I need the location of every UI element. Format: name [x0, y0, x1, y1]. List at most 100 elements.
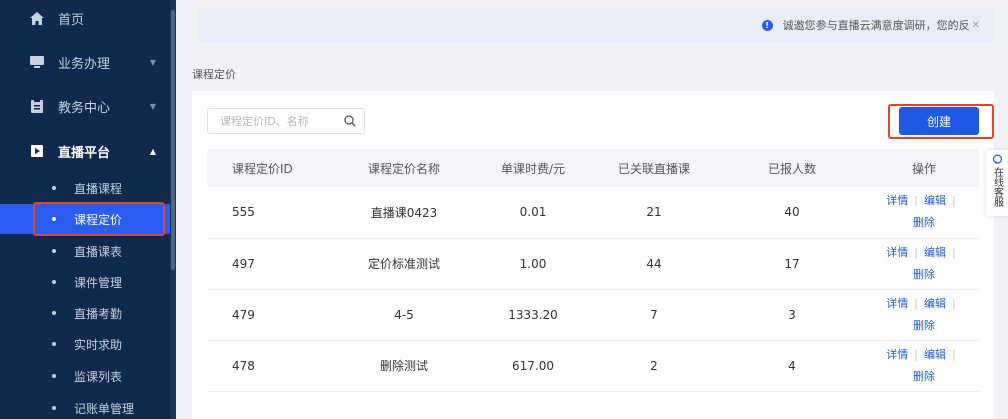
detail-link[interactable]: 详情: [886, 348, 908, 361]
cell-ops: 详情 | 编辑 | 删除: [869, 238, 979, 290]
sub-item-live-courses[interactable]: 直播课程: [0, 175, 170, 201]
menu-label: 首页: [58, 12, 85, 28]
sub-item-label: 直播课程: [74, 181, 123, 196]
chevron-down-icon: ▼: [149, 57, 156, 67]
table-row: 479 4-5 1333.20 7 3 详情 | 编辑 | 删除: [207, 289, 979, 341]
cell-fee: 617.00: [473, 340, 593, 392]
sidebar: 首页 业务办理 ▼ 教务中心 ▼ 直播平台 ▲ 直播课程 课程定价 直播课表 课…: [0, 0, 176, 419]
cell-linked: 21: [593, 187, 715, 239]
close-icon[interactable]: ✕: [972, 20, 980, 31]
sub-item-label: 实时求助: [74, 337, 123, 352]
separator: |: [952, 245, 956, 259]
column-header: 单课时费/元: [473, 149, 593, 187]
column-header: 已关联直播课: [593, 149, 715, 187]
detail-link[interactable]: 详情: [886, 194, 908, 207]
sub-item-label: 监课列表: [74, 369, 123, 384]
edit-link[interactable]: 编辑: [924, 348, 946, 361]
delete-link[interactable]: 删除: [913, 370, 935, 383]
column-header: 操作: [869, 149, 979, 187]
edit-link[interactable]: 编辑: [924, 297, 946, 310]
scrollbar-thumb[interactable]: [171, 10, 175, 270]
separator: |: [914, 347, 918, 361]
table-row: 478 删除测试 617.00 2 4 详情 | 编辑 | 删除: [207, 340, 979, 392]
bullet-icon: [52, 406, 56, 410]
edit-link[interactable]: 编辑: [924, 246, 946, 259]
separator: |: [952, 296, 956, 310]
cell-name: 4-5: [335, 289, 473, 341]
notice-bar: ! 诚邀您参与直播云满意度调研，您的反 ✕: [198, 8, 994, 42]
cell-ops: 详情 | 编辑 | 删除: [869, 289, 979, 341]
bullet-icon: [52, 342, 56, 346]
cell-enrolled: 4: [715, 340, 869, 392]
play-icon: [30, 144, 44, 158]
menu-item-academic[interactable]: 教务中心 ▼: [0, 91, 170, 121]
menu-item-business[interactable]: 业务办理 ▼: [0, 47, 170, 77]
cell-fee: 0.01: [473, 187, 593, 239]
customer-service-label: 在线客服: [991, 167, 1003, 207]
sub-item-help[interactable]: 实时求助: [0, 331, 170, 357]
customer-service-tab[interactable]: 在线客服: [986, 150, 1008, 216]
cell-enrolled: 17: [715, 238, 869, 290]
bullet-icon: [52, 374, 56, 378]
cell-ops: 详情 | 编辑 | 删除: [869, 340, 979, 392]
home-icon: [30, 11, 44, 25]
sub-item-monitor[interactable]: 监课列表: [0, 363, 170, 389]
sub-item-label: 课件管理: [74, 275, 123, 290]
bullet-icon: [52, 249, 56, 253]
bullet-icon: [52, 311, 56, 315]
table-row: 497 定价标准测试 1.00 44 17 详情 | 编辑 | 删除: [207, 238, 979, 290]
cell-linked: 2: [593, 340, 715, 392]
annotation-highlight: [33, 202, 165, 236]
delete-link[interactable]: 删除: [913, 216, 935, 229]
detail-link[interactable]: 详情: [886, 246, 908, 259]
cell-name: 定价标准测试: [335, 238, 473, 290]
sub-item-courseware[interactable]: 课件管理: [0, 269, 170, 295]
delete-link[interactable]: 删除: [913, 319, 935, 332]
cell-id: 497: [207, 238, 335, 290]
delete-link[interactable]: 删除: [913, 268, 935, 281]
cell-id: 479: [207, 289, 335, 341]
cell-id: 478: [207, 340, 335, 392]
table-header-row: 课程定价ID 课程定价名称 单课时费/元 已关联直播课 已报人数 操作: [207, 149, 979, 187]
bullet-icon: [52, 186, 56, 190]
cell-name: 删除测试: [335, 340, 473, 392]
main-card: 创建 课程定价ID 课程定价名称 单课时费/元 已关联直播课 已报人数 操作 5…: [192, 91, 994, 419]
pricing-table: 课程定价ID 课程定价名称 单课时费/元 已关联直播课 已报人数 操作 555 …: [207, 149, 979, 392]
cell-fee: 1333.20: [473, 289, 593, 341]
separator: |: [952, 194, 956, 208]
menu-item-live-platform[interactable]: 直播平台 ▲: [0, 136, 170, 166]
cell-name: 直播课0423: [335, 187, 473, 239]
cell-id: 555: [207, 187, 335, 239]
sub-item-attendance[interactable]: 直播考勤: [0, 300, 170, 326]
sub-item-label: 直播考勤: [74, 306, 123, 321]
notice-text[interactable]: 诚邀您参与直播云满意度调研，您的反: [783, 17, 970, 33]
cell-ops: 详情 | 编辑 | 删除: [869, 187, 979, 239]
column-header: 已报人数: [715, 149, 869, 187]
sidebar-scrollbar[interactable]: [170, 0, 176, 419]
create-button[interactable]: 创建: [899, 107, 979, 135]
cell-linked: 7: [593, 289, 715, 341]
search-box[interactable]: [207, 108, 365, 134]
page-title: 课程定价: [192, 68, 236, 81]
chevron-down-icon: ▼: [149, 101, 156, 111]
table-row: 555 直播课0423 0.01 21 40 详情 | 编辑 | 删除: [207, 187, 979, 239]
separator: |: [914, 245, 918, 259]
monitor-icon: [30, 55, 44, 69]
detail-link[interactable]: 详情: [886, 297, 908, 310]
info-icon: !: [761, 19, 773, 31]
menu-label: 直播平台: [58, 145, 111, 161]
sub-item-label: 直播课表: [74, 244, 123, 259]
sub-item-billing[interactable]: 记账单管理: [0, 395, 170, 419]
separator: |: [914, 296, 918, 310]
menu-item-home[interactable]: 首页: [0, 3, 170, 33]
sub-item-live-schedule[interactable]: 直播课表: [0, 238, 170, 264]
search-icon[interactable]: [344, 115, 356, 127]
clipboard-icon: [30, 99, 44, 113]
cell-enrolled: 40: [715, 187, 869, 239]
column-header: 课程定价ID: [207, 149, 335, 187]
cell-linked: 44: [593, 238, 715, 290]
edit-link[interactable]: 编辑: [924, 194, 946, 207]
chat-icon: [992, 154, 1002, 164]
search-input[interactable]: [220, 114, 340, 128]
menu-label: 教务中心: [58, 100, 111, 116]
